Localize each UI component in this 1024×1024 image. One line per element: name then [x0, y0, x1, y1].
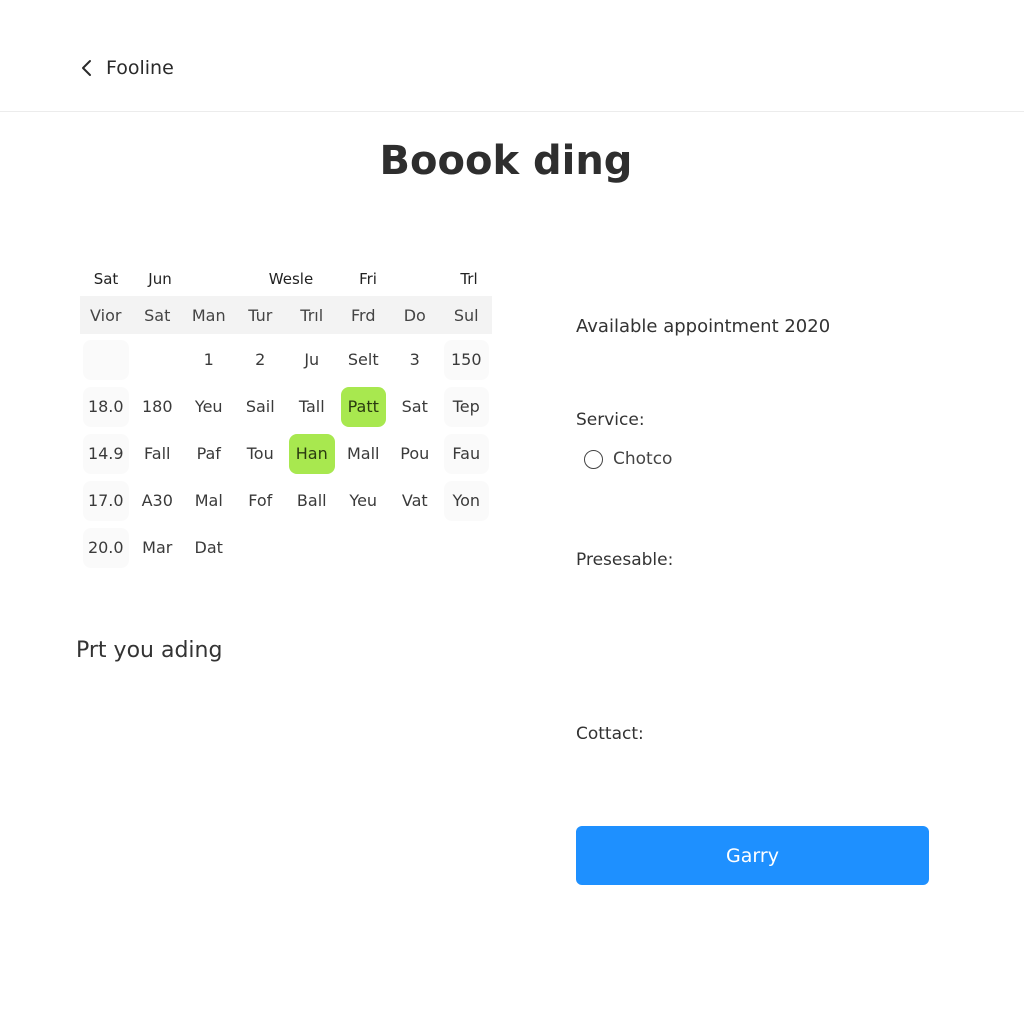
calendar-header-label: Trl [460, 270, 478, 288]
calendar-header-label: Jun [148, 270, 172, 288]
calendar-cell[interactable]: Fau [443, 433, 489, 474]
calendar-cell [444, 528, 490, 568]
calendar-cell[interactable]: A30 [135, 481, 181, 521]
calendar-day-label: Vior [90, 305, 122, 325]
calendar-cell [392, 528, 438, 568]
calendar-cell[interactable]: Tall [289, 387, 335, 427]
booking-form: Available appointment 2020 Service: Chot… [576, 0, 936, 1024]
calendar-cell[interactable]: 150 [443, 339, 489, 380]
calendar-cell[interactable]: Sail [238, 387, 284, 427]
calendar-day-label: Trıl [300, 305, 324, 325]
calendar-day-label: Do [403, 305, 426, 325]
calendar-cell [289, 528, 335, 568]
calendar-row: 20.0 Mar Dat [80, 524, 492, 571]
calendar-row: 14.9 Fall Paf Tou Han Mall Pou Fau [80, 430, 492, 477]
available-appointment-label: Available appointment 2020 [576, 316, 831, 337]
calendar-cell[interactable]: Selt [341, 340, 387, 380]
chevron-left-icon [82, 60, 91, 76]
calendar-row: 1 2 Ju Selt 3 150 [80, 336, 492, 383]
service-option-label: Chotco [613, 449, 673, 469]
calendar-header-label: Wesle [268, 270, 314, 288]
booking-calendar: Sat Jun Wesle Fri Trl Vior Sat Man Tur Trıl Frd Do… [80, 262, 492, 571]
calendar-cell[interactable]: Yon [443, 480, 489, 521]
calendar-cell [238, 528, 284, 568]
calendar-cell [341, 528, 387, 568]
calendar-day-label: Sat [144, 305, 171, 325]
calendar-day-label: Frd [351, 305, 376, 325]
submit-button[interactable]: Garry [576, 826, 929, 885]
calendar-cell[interactable]: Mal [186, 481, 232, 521]
calendar-cell[interactable]: Sat [392, 387, 438, 427]
calendar-cell[interactable]: Tep [443, 386, 489, 427]
calendar-cell[interactable]: 18.0 [83, 386, 129, 427]
calendar-header-label: Sat [93, 270, 119, 288]
calendar-cell[interactable]: Yeu [186, 387, 232, 427]
calendar-header: Sat Jun Wesle Fri Trl [80, 262, 492, 296]
calendar-cell[interactable]: 14.9 [83, 433, 129, 474]
calendar-day-label: Man [191, 305, 226, 325]
calendar-cell[interactable]: 20.0 [83, 527, 129, 568]
calendar-row: 18.0 180 Yeu Sail Tall Patt Sat Tep [80, 383, 492, 430]
presesable-label: Presesable: [576, 550, 674, 570]
calendar-cell[interactable]: Yeu [341, 481, 387, 521]
calendar-cell[interactable]: Pou [392, 434, 438, 474]
radio-button[interactable] [584, 449, 603, 469]
calendar-row: 17.0 A30 Mal Fof Ball Yeu Vat Yon [80, 477, 492, 524]
back-button[interactable]: Fooline [78, 54, 174, 82]
calendar-cell-selected[interactable]: Han [289, 433, 335, 474]
calendar-day-labels: Vior Sat Man Tur Trıl Frd Do Sul [80, 296, 492, 334]
calendar-cell[interactable]: 3 [392, 340, 438, 380]
calendar-cell[interactable]: Dat [186, 528, 232, 568]
back-label: Fooline [106, 57, 174, 79]
calendar-grid: 1 2 Ju Selt 3 150 18.0 180 Yeu Sail Tall Patt Sat Tep… [80, 336, 492, 571]
calendar-cell [135, 340, 181, 380]
calendar-cell[interactable]: Mar [135, 528, 181, 568]
calendar-day-label: Sul [453, 305, 479, 325]
calendar-cell[interactable]: Ju [289, 340, 335, 380]
service-option[interactable]: Chotco [584, 449, 672, 469]
calendar-cell[interactable]: 1 [186, 340, 232, 380]
calendar-cell[interactable]: Tou [238, 434, 284, 474]
calendar-cell [83, 339, 129, 380]
calendar-cell[interactable]: 2 [238, 340, 284, 380]
contact-label: Cottact: [576, 724, 644, 744]
calendar-cell-selected[interactable]: Patt [340, 386, 386, 427]
calendar-cell[interactable]: 180 [135, 387, 181, 427]
calendar-cell[interactable]: 17.0 [83, 480, 129, 521]
calendar-header-label: Fri [359, 270, 377, 288]
calendar-cell[interactable]: Vat [392, 481, 438, 521]
service-label: Service: [576, 410, 645, 430]
calendar-cell[interactable]: Fall [135, 434, 181, 474]
calendar-cell[interactable]: Ball [289, 481, 335, 521]
calendar-cell[interactable]: Fof [238, 481, 284, 521]
calendar-cell[interactable]: Paf [186, 434, 232, 474]
calendar-day-label: Tur [248, 305, 273, 325]
calendar-cell[interactable]: Mall [341, 434, 387, 474]
booking-note: Prt you ading [76, 638, 223, 663]
